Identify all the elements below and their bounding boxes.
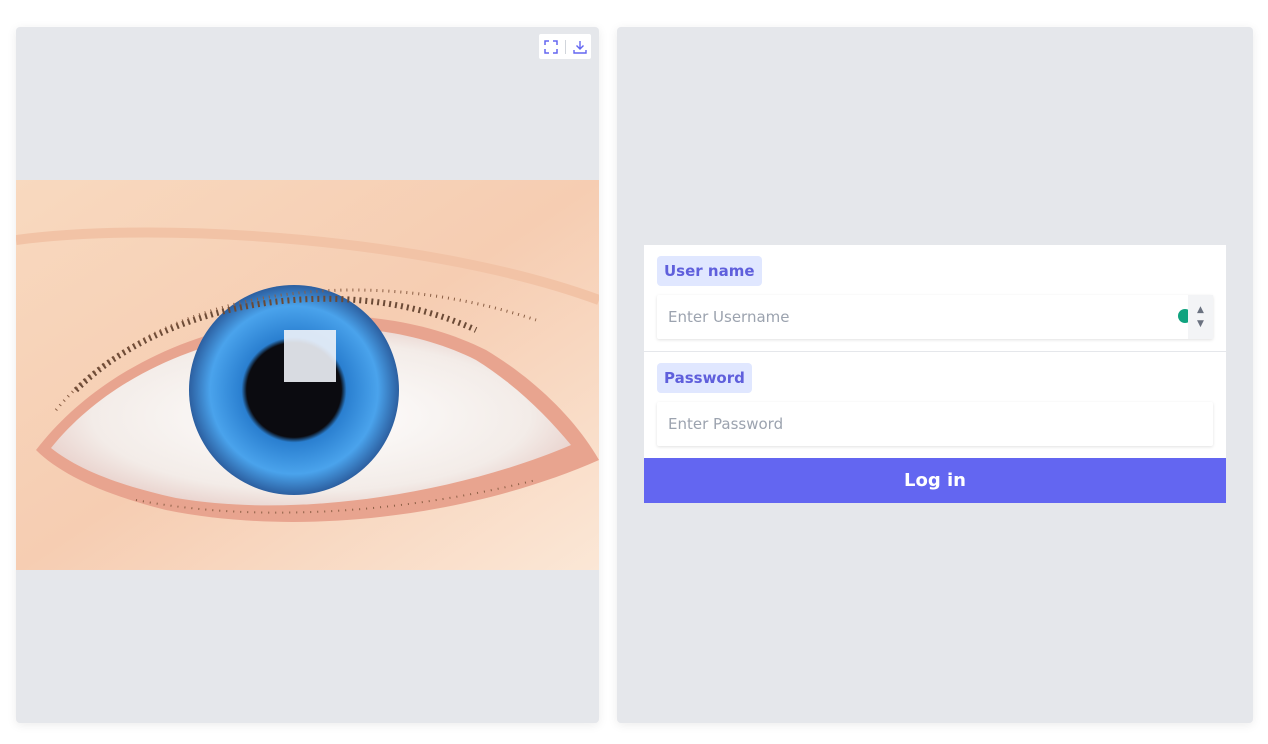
username-input[interactable] [657,295,1213,339]
password-section: Password [644,352,1226,458]
password-input[interactable] [657,402,1213,446]
image-panel [16,27,599,723]
password-input-wrapper [657,402,1213,446]
username-stepper[interactable]: ▲ ▼ [1188,295,1213,339]
download-button[interactable] [571,38,589,56]
toolbar-divider [564,39,566,54]
password-label: Password [657,363,752,393]
login-panel: User name ▲ ▼ Password Log in [617,27,1253,723]
eye-image [16,180,599,570]
chevron-down-icon[interactable]: ▼ [1197,317,1204,331]
login-form: User name ▲ ▼ Password Log in [644,245,1226,503]
login-button[interactable]: Log in [644,458,1226,503]
username-label: User name [657,256,762,286]
username-section: User name ▲ ▼ [644,245,1226,352]
download-icon [572,40,587,54]
username-input-wrapper: ▲ ▼ [657,295,1213,339]
image-toolbar [538,33,592,60]
fullscreen-icon [543,39,558,54]
chevron-up-icon[interactable]: ▲ [1197,303,1204,317]
fullscreen-button[interactable] [542,38,560,56]
